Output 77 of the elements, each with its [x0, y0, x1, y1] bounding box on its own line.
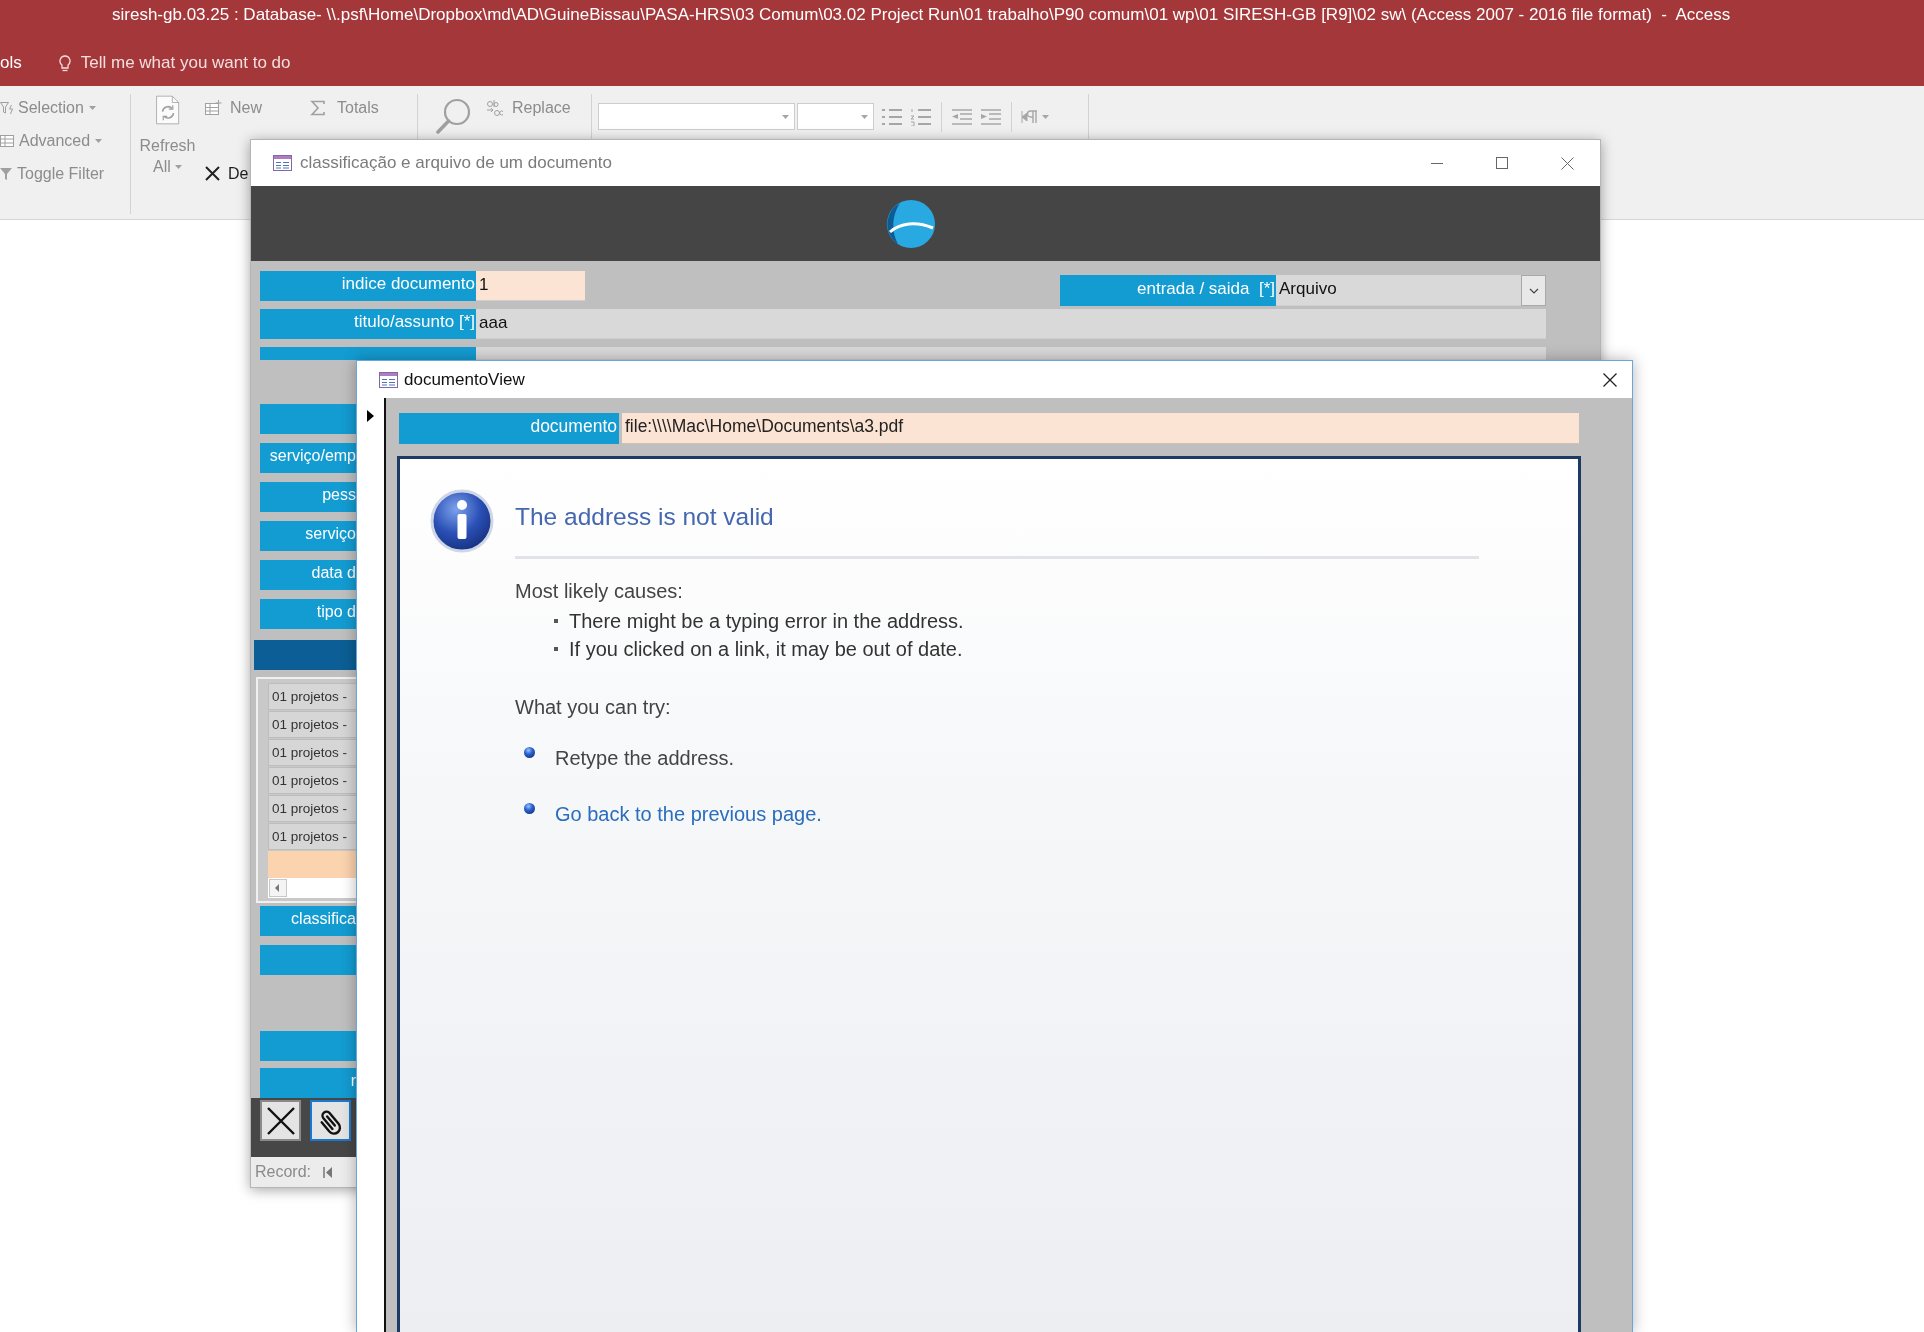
paragraph-direction-icon[interactable] [1021, 109, 1037, 124]
field-label: classifica [260, 906, 356, 936]
suggestions-heading: What you can try: [515, 695, 671, 719]
back-link[interactable]: Go back to the previous page. [555, 800, 822, 828]
font-name-combo[interactable] [598, 103, 795, 130]
chevron-down-icon [1528, 287, 1539, 294]
text-field[interactable]: aaa [476, 309, 1546, 339]
field-label: pess [260, 482, 356, 512]
combo-field[interactable]: Arquivo [1276, 275, 1521, 306]
causes-heading: Most likely causes: [515, 579, 683, 603]
address-field[interactable]: file:\\\\Mac\Home\Documents\a3.pdf [622, 413, 1579, 444]
list-row[interactable]: 01 projetos - [268, 767, 356, 794]
ribbon-tab[interactable]: ols [0, 53, 22, 73]
filter-icon [0, 166, 12, 181]
record-label: Record: [255, 1163, 312, 1181]
caret-icon [861, 114, 868, 119]
caret-icon [88, 105, 96, 110]
table-icon [0, 134, 14, 147]
bullet-dot-icon [524, 803, 535, 814]
text-field[interactable] [476, 347, 1546, 360]
first-record-icon[interactable] [323, 1166, 333, 1178]
cause-text: There might be a typing error in the address. [569, 609, 964, 633]
field-label: serviço/emp [260, 443, 356, 473]
cause-text: If you clicked on a link, it may be out of date. [569, 637, 963, 661]
x-button[interactable] [260, 1100, 301, 1141]
maximize-icon [1496, 157, 1508, 169]
field-label: documento [399, 413, 619, 444]
text-field[interactable]: 1 [476, 271, 585, 301]
bullet-dot-icon [524, 747, 535, 758]
attachment-button[interactable] [310, 1100, 351, 1141]
font-size-combo[interactable] [797, 103, 874, 130]
list-row[interactable]: 01 projetos - [268, 795, 356, 822]
window-title: siresh-gb.03.25 : Database- \\.psf\Home\Dropbox\md\AD\GuineBissau\PASA-HRS\03 Comum\03.02 Project Run\01 trabalho\P90 comum\01 wp\01 SIRESH-GB [R9]\02 sw\ (Access 2007 - 2016 file format) - Access [112, 5, 1731, 25]
dropdown-button[interactable] [1521, 275, 1546, 306]
field-label: serviço [260, 521, 356, 551]
decrease-indent-icon[interactable] [951, 108, 973, 125]
bullet-icon [554, 647, 558, 651]
form-icon [273, 155, 292, 171]
form-icon [379, 371, 398, 388]
list-row[interactable]: 01 projetos - [268, 739, 356, 766]
delete-button[interactable]: De [205, 157, 249, 190]
suggestion-text: Retype the address. [555, 746, 734, 771]
list-row[interactable]: 01 projetos - [268, 711, 356, 738]
logo [885, 198, 936, 249]
close-icon [1603, 372, 1617, 387]
field-label: indice documento [260, 271, 476, 301]
close-icon [1560, 156, 1574, 170]
bullet-list-icon[interactable] [881, 107, 903, 126]
window-title: documentoView [404, 369, 525, 390]
info-icon [430, 489, 494, 553]
caret-icon [1042, 114, 1049, 119]
field-label: titulo/assunto [*] [260, 309, 476, 339]
error-heading: The address is not valid [515, 502, 774, 532]
list-row[interactable]: 01 projetos - [268, 823, 356, 850]
field-label: r [260, 1068, 356, 1098]
scroll-left-icon[interactable] [269, 879, 287, 897]
caret-icon [782, 114, 789, 119]
tell-me-box[interactable]: Tell me what you want to do [58, 48, 295, 78]
field-label: data d [260, 560, 356, 590]
x-icon [265, 1105, 296, 1136]
window-title: classificação e arquivo de um documento [300, 153, 612, 173]
table-icon [205, 100, 222, 115]
filter-icon [0, 100, 13, 115]
sigma-icon [310, 99, 326, 116]
field-label: tipo d [260, 599, 356, 629]
minimize-icon [1431, 162, 1443, 164]
horizontal-scrollbar[interactable] [268, 878, 356, 898]
caret-icon [95, 138, 103, 143]
replace-icon [486, 98, 504, 117]
bullet-icon [554, 619, 558, 623]
x-icon [205, 166, 220, 181]
field-label: entrada / saida [*] [1060, 275, 1276, 306]
list-row[interactable]: 01 projetos - [268, 683, 356, 710]
increase-indent-icon[interactable] [980, 108, 1002, 125]
lightbulb-icon [58, 54, 71, 72]
caret-icon [174, 165, 182, 169]
numbered-list-icon[interactable] [910, 107, 932, 126]
